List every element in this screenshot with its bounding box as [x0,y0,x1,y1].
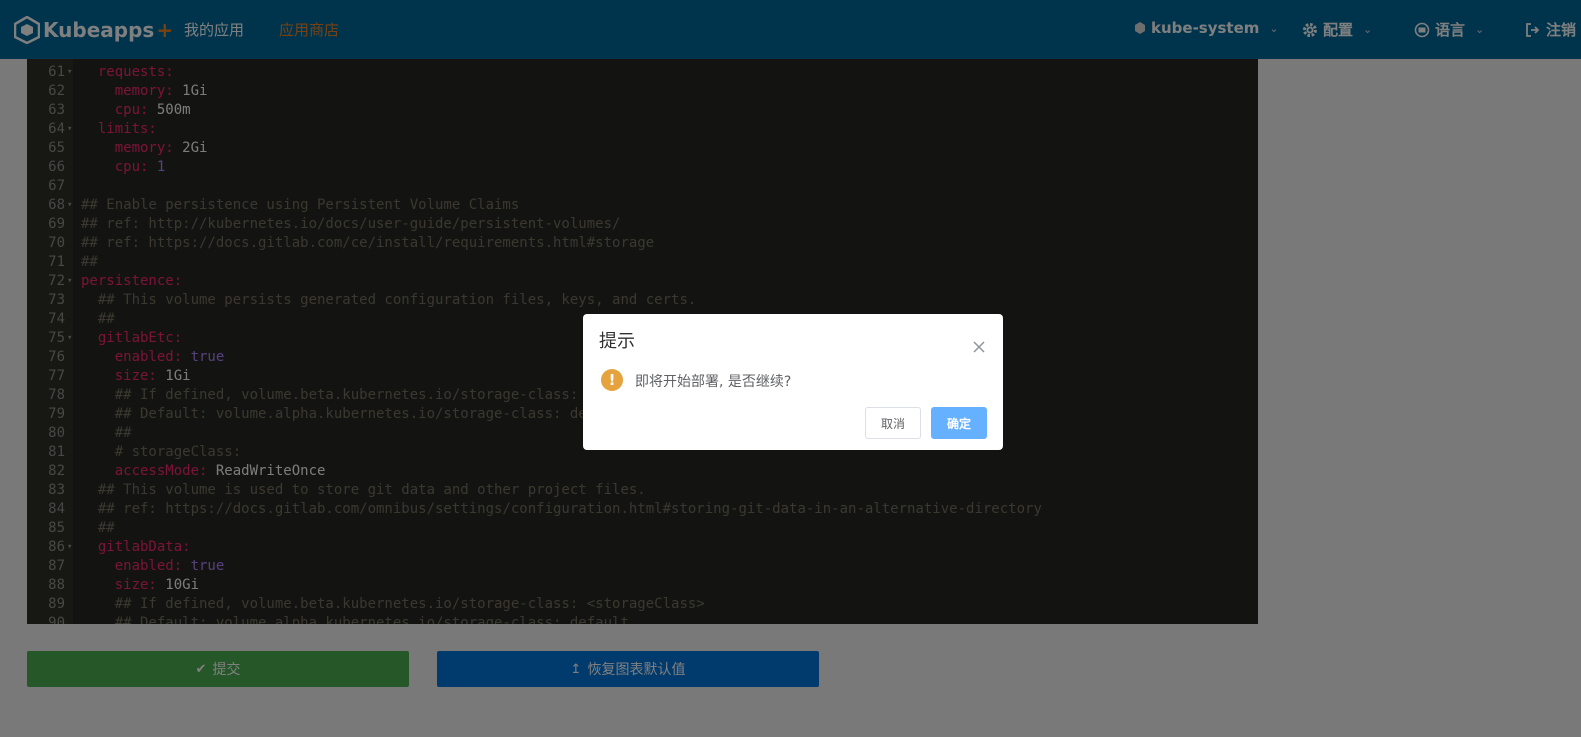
cancel-button[interactable]: 取消 [865,407,921,439]
confirm-button[interactable]: 确定 [931,407,987,439]
confirm-dialog: 提示 ! 即将开始部署, 是否继续? 取消 确定 [583,314,1003,450]
dialog-title: 提示 [599,331,635,352]
dialog-message: 即将开始部署, 是否继续? [635,374,792,390]
warning-icon: ! [601,369,623,391]
close-icon[interactable] [972,340,986,354]
